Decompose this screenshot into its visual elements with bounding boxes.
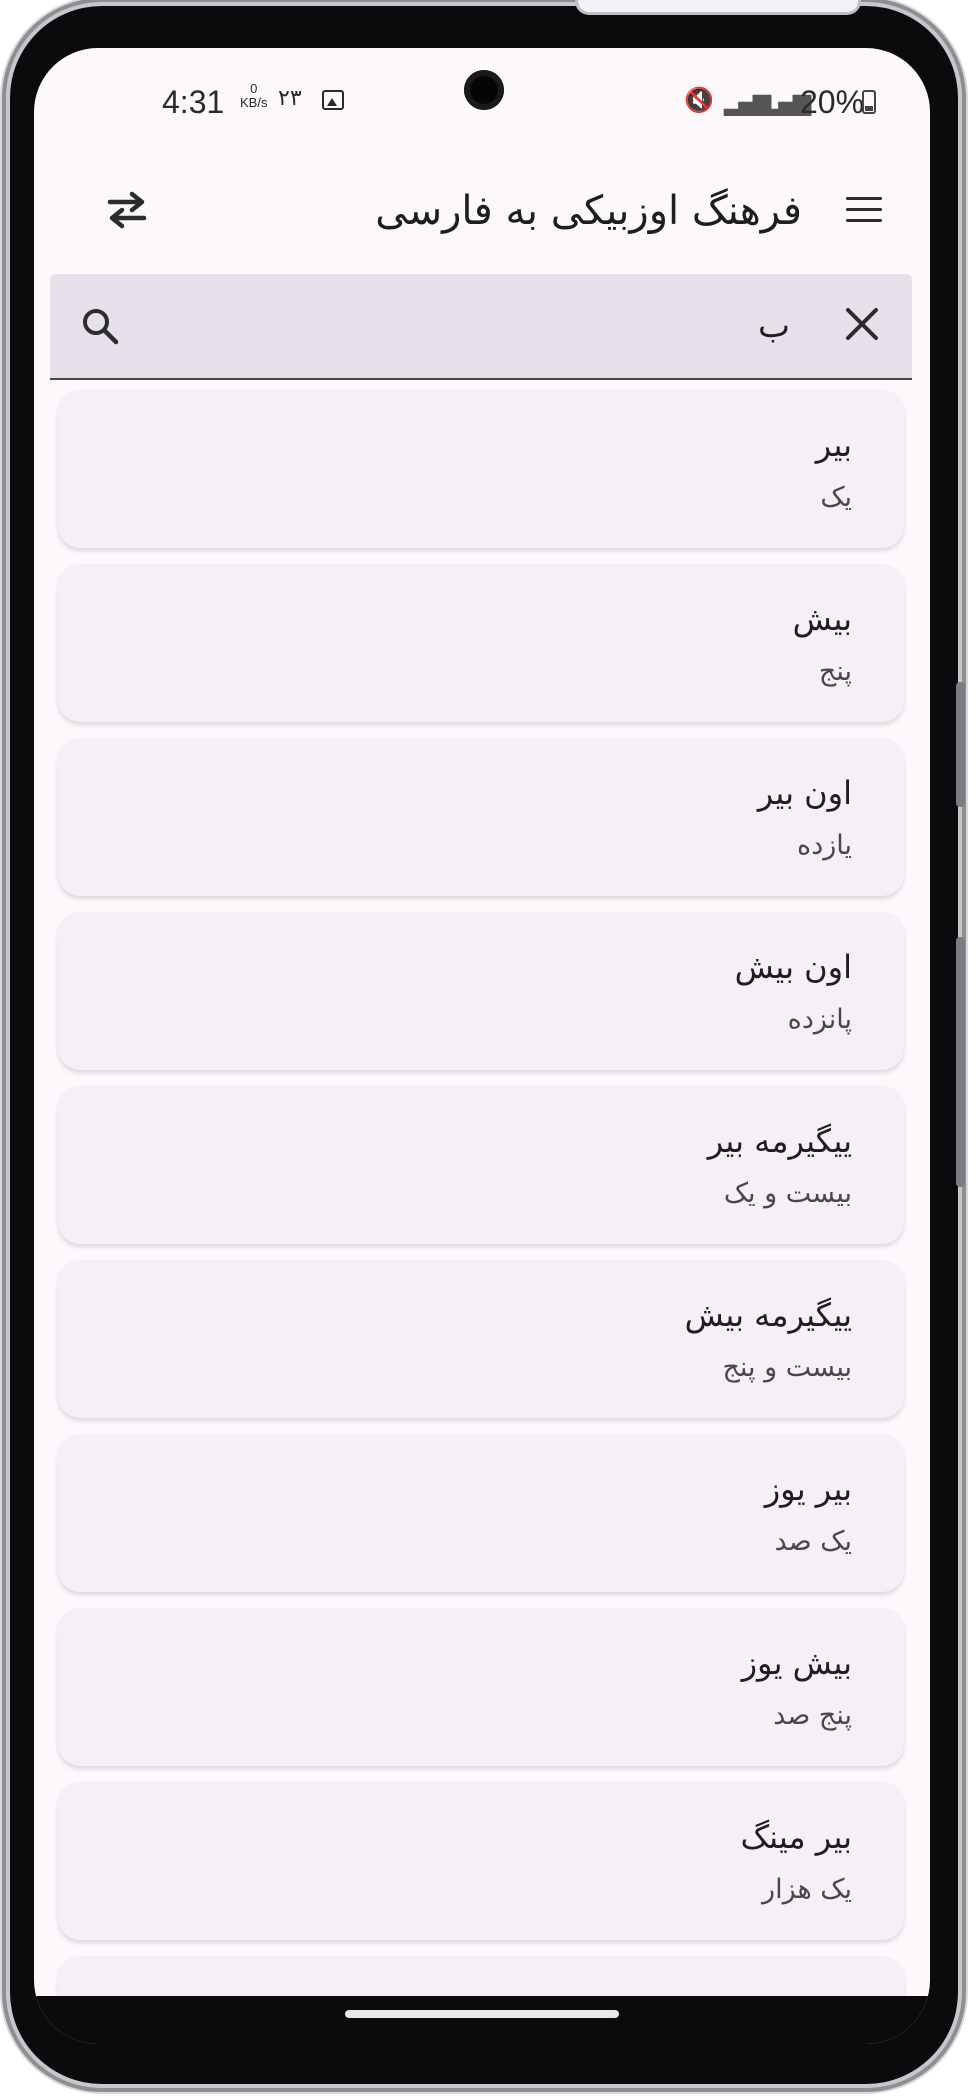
net-speed-value: 0 [250,81,258,96]
page-title: فرهنگ اوزبیکی به فارسی [375,188,802,234]
word-text: بیر مینگ [740,1818,852,1856]
list-item[interactable]: بیش یوز پنج صد [58,1608,904,1766]
battery-percent: 20% [800,84,865,120]
status-time: 4:31 [162,84,225,120]
gallery-icon [322,90,344,110]
list-item[interactable]: ییگیرمه بیر بیست و یک [58,1086,904,1244]
meaning-text: یازده [797,830,852,861]
list-item[interactable]: ییگیرمه بیش بیست و پنج [58,1260,904,1418]
search-icon[interactable] [78,304,122,348]
swap-arrows-icon[interactable] [100,186,154,234]
word-text: بیش [792,600,852,638]
signal-icon: ▂▄▆ [724,88,771,116]
meaning-text: پنج صد [773,1700,852,1731]
battery-icon [862,90,876,114]
list-item[interactable]: اون بیر یازده [58,738,904,896]
meaning-text: بیست و پنج [722,1352,852,1383]
list-item[interactable]: بیر یوز یک صد [58,1434,904,1592]
status-date-number: ۲۳ [278,86,302,111]
mute-icon: 🔇 [684,86,714,114]
app-bar: فرهنگ اوزبیکی به فارسی [34,168,930,258]
results-list: بیر یک بیش پنج اون بیر یازده اون بیش پان… [58,390,904,2032]
word-text: اون بیر [757,774,852,812]
word-text: ییگیرمه بیش [684,1296,852,1334]
word-text: بیر [815,426,852,464]
net-speed: 0 KB/s [240,82,267,110]
list-item[interactable]: اون بیش پانزده [58,912,904,1070]
home-indicator[interactable] [345,2010,619,2018]
meaning-text: یک صد [774,1526,852,1557]
search-bar [50,274,912,380]
meaning-text: پانزده [787,1004,852,1035]
phone-top-edge [575,0,861,15]
power-button [956,937,965,1187]
word-text: ییگیرمه بیر [707,1122,852,1160]
search-input[interactable] [150,274,790,378]
net-speed-unit: KB/s [240,95,268,110]
status-bar: 4:31 0 KB/s ۲۳ 🔇 ▂▄▆ ▂▄▆ 20% [34,78,930,128]
meaning-text: پنج [818,656,852,687]
navigation-bar [34,1996,930,2044]
hamburger-menu-icon[interactable] [840,186,888,234]
word-text: بیش یوز [741,1644,852,1682]
screen: 4:31 0 KB/s ۲۳ 🔇 ▂▄▆ ▂▄▆ 20% فرهنگ اوزبی… [34,48,930,2044]
meaning-text: یک [820,482,852,513]
volume-button [956,682,965,807]
meaning-text: بیست و یک [723,1178,852,1209]
close-icon[interactable] [840,302,884,346]
list-item[interactable]: بیر یک [58,390,904,548]
meaning-text: یک هزار [762,1874,852,1905]
word-text: بیر یوز [764,1470,852,1508]
word-text: اون بیش [734,948,852,986]
list-item[interactable]: بیش پنج [58,564,904,722]
list-item[interactable]: بیر مینگ یک هزار [58,1782,904,1940]
